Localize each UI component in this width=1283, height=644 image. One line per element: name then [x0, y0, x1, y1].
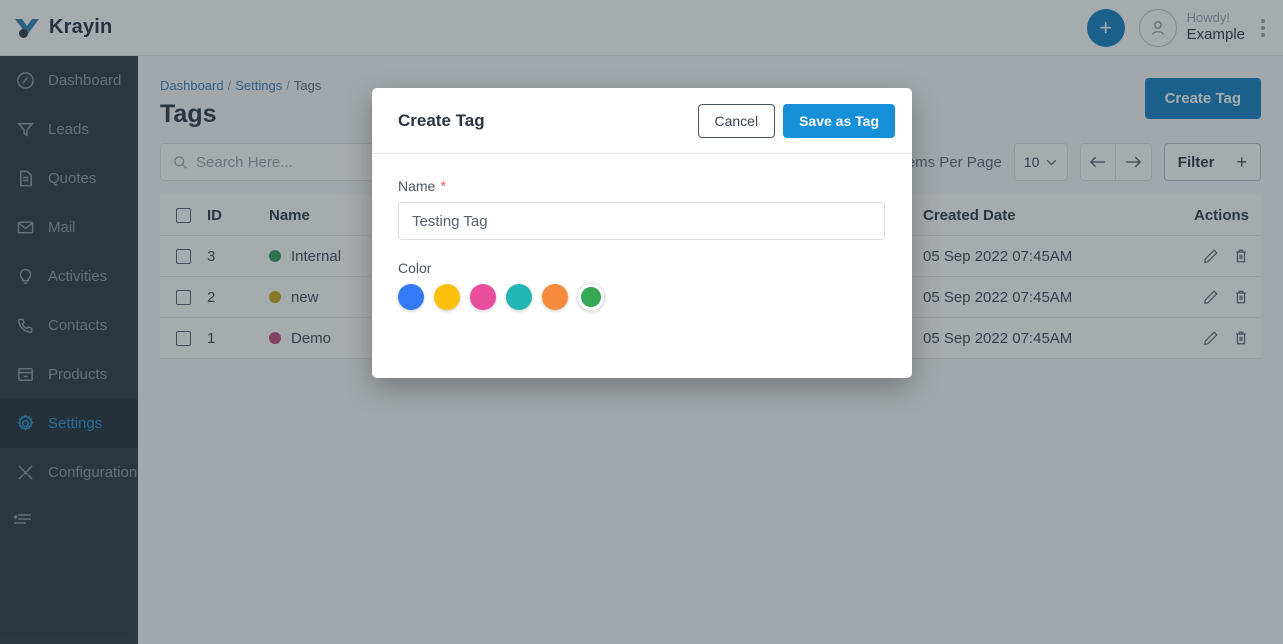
color-field-label: Color [398, 260, 432, 276]
modal-header: Create Tag Cancel Save as Tag [372, 88, 912, 154]
save-as-tag-button[interactable]: Save as Tag [783, 103, 895, 138]
cancel-button[interactable]: Cancel [697, 103, 776, 138]
required-asterisk: * [440, 177, 447, 195]
create-tag-modal: Create Tag Cancel Save as Tag Name * Tes… [372, 88, 912, 378]
modal-action-buttons: Cancel Save as Tag [697, 103, 895, 138]
name-field-label: Name * [398, 178, 886, 194]
color-swatch[interactable] [470, 284, 496, 310]
app-root: Krayin + Howdy! Example Dashboard Leads … [0, 0, 1283, 644]
modal-body: Name * Testing Tag Color [372, 154, 912, 310]
name-label-text: Name [398, 178, 436, 194]
color-swatch[interactable] [542, 284, 568, 310]
color-swatch-group [398, 284, 886, 310]
name-input[interactable]: Testing Tag [398, 202, 885, 240]
color-swatch[interactable] [506, 284, 532, 310]
color-swatch[interactable] [398, 284, 424, 310]
name-input-value: Testing Tag [412, 212, 488, 230]
color-swatch-selected[interactable] [578, 284, 604, 310]
color-swatch[interactable] [434, 284, 460, 310]
modal-title: Create Tag [398, 110, 485, 130]
